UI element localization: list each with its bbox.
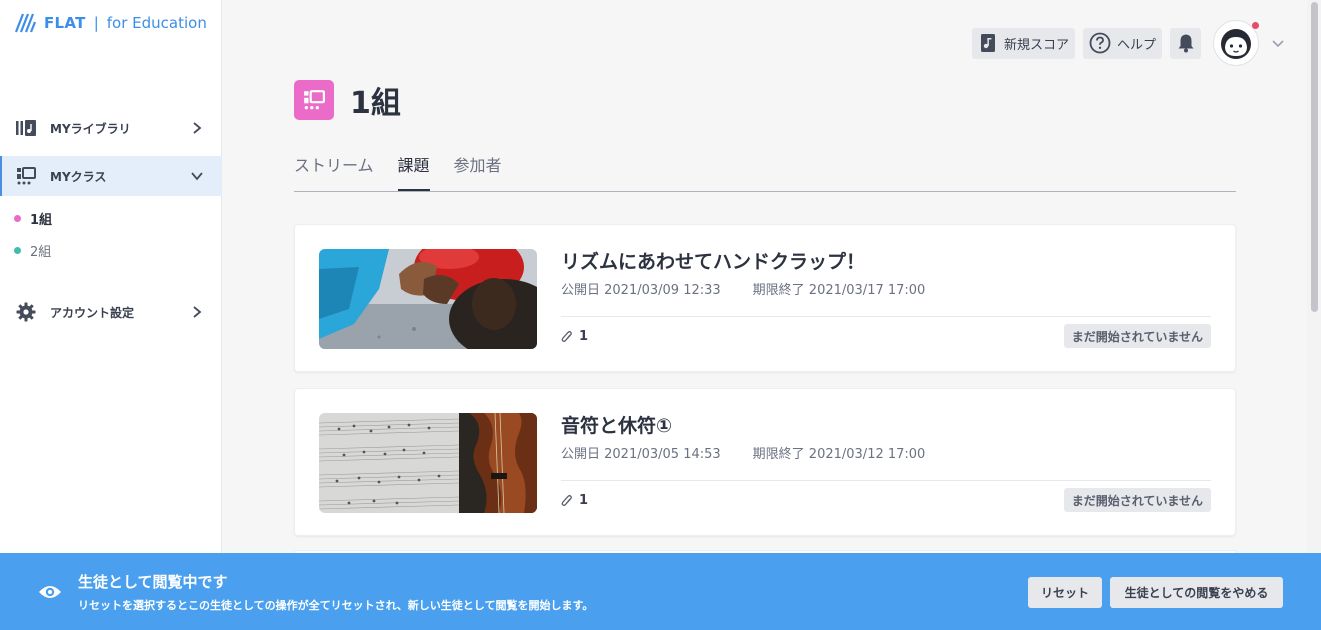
- sidebar-item-label: MYライブラリ: [50, 121, 131, 136]
- new-score-button[interactable]: 新規スコア: [971, 27, 1075, 59]
- attachment-count-value: 1: [579, 493, 589, 508]
- stop-student-view-button[interactable]: 生徒としての閲覧をやめる: [1110, 577, 1283, 608]
- gear-icon: [15, 301, 37, 323]
- tab-stream[interactable]: ストリーム: [294, 144, 374, 191]
- chevron-right-icon: [193, 306, 202, 318]
- face-avatar-icon: [1221, 29, 1251, 59]
- logo[interactable]: FLAT | for Education: [14, 12, 207, 34]
- due-date: 期限終了 2021/03/17 17:00: [752, 283, 926, 298]
- class-header: 1組: [294, 78, 401, 122]
- notification-dot: [1252, 22, 1259, 29]
- class-badge-icon: [294, 80, 334, 120]
- class-icon: [15, 165, 37, 187]
- chevron-down-icon[interactable]: [1271, 36, 1285, 50]
- assignment-meta: 公開日 2021/03/09 12:33 期限終了 2021/03/17 17:…: [561, 279, 925, 298]
- sidebar-item-my-class[interactable]: MYクラス: [0, 156, 222, 196]
- help-button[interactable]: ヘルプ: [1082, 27, 1162, 59]
- divider: [561, 316, 1211, 317]
- banner-description: リセットを選択するとこの生徒としての操作が全てリセットされ、新しい生徒として閲覧…: [78, 599, 594, 612]
- chevron-right-icon: [193, 122, 202, 134]
- class-color-dot: [14, 215, 21, 222]
- scrollbar-thumb[interactable]: [1311, 2, 1318, 312]
- paperclip-icon: [561, 494, 572, 506]
- assignment-thumbnail: [319, 249, 537, 349]
- library-icon: [15, 117, 37, 139]
- sidebar-item-account-settings[interactable]: アカウント設定: [0, 292, 222, 332]
- assignment-card[interactable]: リズムにあわせてハンドクラップ！ 公開日 2021/03/09 12:33 期限…: [294, 224, 1236, 372]
- sidebar-item-label: アカウント設定: [50, 305, 135, 320]
- tab-assignments[interactable]: 課題: [397, 144, 430, 191]
- published-date: 公開日 2021/03/09 12:33: [561, 283, 721, 298]
- tab-participants[interactable]: 参加者: [454, 144, 502, 191]
- brand-suffix: for Education: [106, 14, 207, 32]
- assignment-title: リズムにあわせてハンドクラップ！: [561, 251, 866, 273]
- class-label: 2組: [30, 245, 52, 260]
- sidebar-item-label: MYクラス: [50, 169, 107, 184]
- assignment-meta: 公開日 2021/03/05 14:53 期限終了 2021/03/12 17:…: [561, 443, 925, 462]
- status-badge: まだ開始されていません: [1063, 324, 1211, 348]
- brand-name: FLAT: [44, 14, 86, 32]
- score-icon: [980, 34, 995, 52]
- class-tabs: ストリーム 課題 参加者: [294, 144, 1236, 192]
- class-color-dot: [14, 247, 21, 254]
- banner-title: 生徒として閲覧中です: [78, 573, 228, 591]
- new-score-label: 新規スコア: [1003, 37, 1069, 53]
- bell-icon: [1178, 34, 1193, 53]
- sidebar-class-1[interactable]: 1組: [14, 209, 52, 228]
- assignment-thumbnail: [319, 413, 537, 513]
- attachment-count: 1: [561, 493, 588, 508]
- sidebar-class-2[interactable]: 2組: [14, 241, 51, 260]
- paperclip-icon: [561, 330, 572, 342]
- eye-icon: [39, 586, 61, 598]
- chevron-down-icon: [191, 172, 203, 181]
- assignment-title: 音符と休符①: [561, 415, 673, 437]
- top-bar: 新規スコア ヘルプ: [971, 20, 1285, 66]
- divider: [561, 480, 1211, 481]
- flat-logo-icon: [14, 13, 36, 33]
- help-label: ヘルプ: [1116, 37, 1156, 53]
- brand-separator: |: [93, 14, 99, 32]
- reset-button[interactable]: リセット: [1028, 577, 1102, 608]
- scrollbar[interactable]: [1307, 0, 1321, 630]
- attachment-count: 1: [561, 329, 588, 344]
- sidebar: FLAT | for Education MYライブラリ MYクラス 1組 2組…: [0, 0, 222, 630]
- class-label: 1組: [30, 213, 53, 228]
- student-view-banner: 生徒として閲覧中です リセットを選択するとこの生徒としての操作が全てリセットされ…: [0, 553, 1321, 630]
- user-avatar-button[interactable]: [1213, 20, 1261, 66]
- notifications-button[interactable]: [1170, 27, 1201, 59]
- sidebar-item-my-library[interactable]: MYライブラリ: [0, 108, 222, 148]
- help-icon: [1089, 32, 1111, 54]
- due-date: 期限終了 2021/03/12 17:00: [752, 447, 926, 462]
- page-title: 1組: [350, 86, 401, 121]
- attachment-count-value: 1: [579, 329, 589, 344]
- status-badge: まだ開始されていません: [1063, 488, 1211, 512]
- published-date: 公開日 2021/03/05 14:53: [561, 447, 721, 462]
- assignment-card[interactable]: 音符と休符① 公開日 2021/03/05 14:53 期限終了 2021/03…: [294, 388, 1236, 536]
